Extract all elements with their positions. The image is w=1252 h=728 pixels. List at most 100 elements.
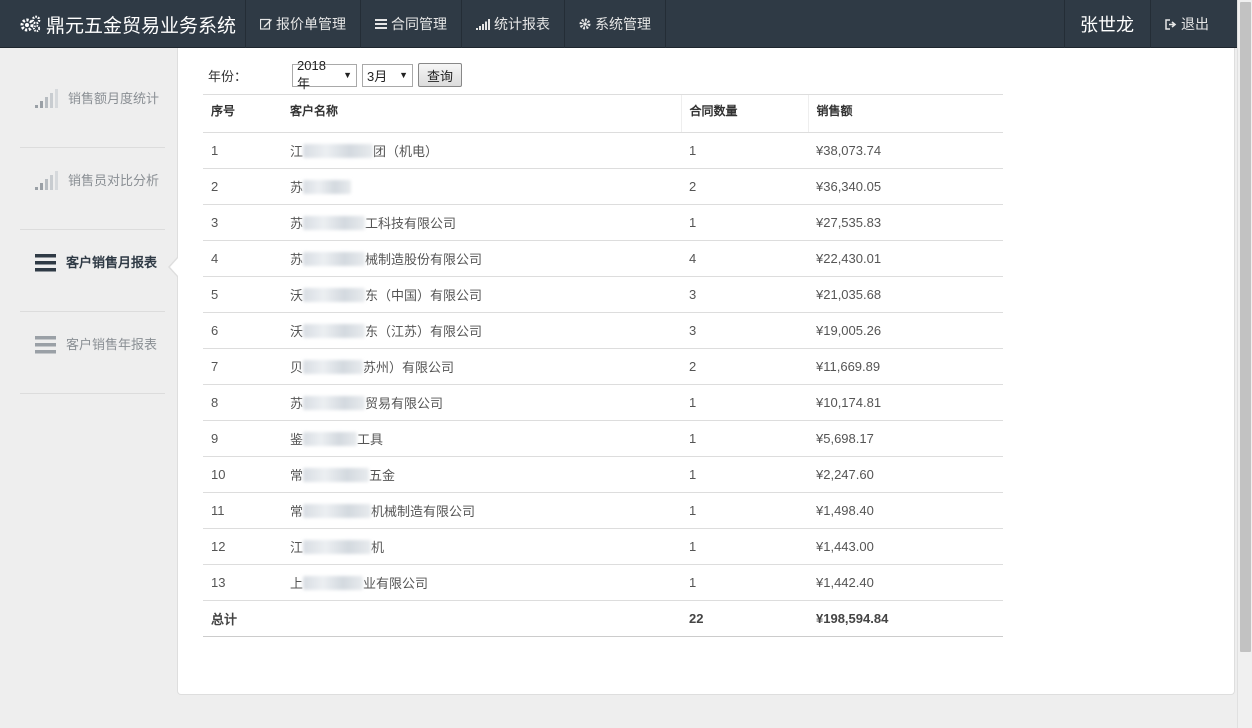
cell-customer: 江 团（机电） — [282, 132, 681, 169]
cell-count: 1 — [681, 204, 808, 241]
nav-statistics[interactable]: 统计报表 — [462, 0, 565, 48]
customer-name-start: 上 — [290, 576, 304, 591]
cell-no: 5 — [203, 276, 282, 313]
signal-icon — [35, 89, 58, 108]
cell-count: 1 — [681, 132, 808, 169]
cell-customer: 苏 贸易有限公司 — [282, 384, 681, 421]
customer-name-start: 苏 — [290, 180, 304, 195]
sidebar-item-label: 销售额月度统计 — [68, 91, 160, 106]
cell-customer: 苏 械制造股份有限公司 — [282, 240, 681, 277]
caret-down-icon: ▼ — [343, 70, 352, 80]
sidebar-item-monthly-sales[interactable]: 销售额月度统计 — [20, 66, 165, 148]
caret-down-icon: ▼ — [399, 70, 408, 80]
customer-name-end: 机械制造有限公司 — [371, 504, 476, 519]
customer-name-end: 东（江苏）有限公司 — [365, 324, 483, 339]
table-row: 1 江团（机电） 1 ¥38,073.74 — [203, 132, 1003, 169]
nav-label: 统计报表 — [494, 16, 550, 32]
cell-customer: 沃 东（江苏）有限公司 — [282, 312, 681, 349]
cell-amount: ¥22,430.01 — [808, 240, 1003, 277]
cell-no: 1 — [203, 132, 282, 169]
header-no: 序号 — [203, 94, 282, 133]
cell-amount: ¥1,498.40 — [808, 492, 1003, 529]
logout-button[interactable]: 退出 — [1151, 0, 1237, 48]
cell-amount: ¥2,247.60 — [808, 456, 1003, 493]
signal-icon — [476, 18, 490, 30]
edit-icon — [260, 18, 272, 30]
total-amount: ¥198,594.84 — [808, 600, 1003, 637]
table-row: 12 江机 1 ¥1,443.00 — [203, 528, 1003, 565]
year-select[interactable]: 2018年 ▼ — [292, 58, 357, 91]
cell-amount: ¥5,698.17 — [808, 420, 1003, 457]
cell-no: 6 — [203, 312, 282, 349]
brand-title: 鼎元五金贸易业务系统 — [46, 15, 237, 37]
cell-no: 11 — [203, 492, 282, 529]
customer-name-start: 沃 — [290, 288, 304, 303]
table-row: 2 苏 2 ¥36,340.05 — [203, 168, 1003, 205]
table-row: 10 常 五金 1 ¥2,247.60 — [203, 456, 1003, 493]
table-row: 7 贝 苏州）有限公司 2 ¥11,669.89 — [203, 348, 1003, 385]
nav-label: 报价单管理 — [276, 16, 346, 32]
active-pointer-fill — [170, 257, 179, 277]
customer-name-start: 鉴 — [290, 432, 304, 447]
cell-no: 9 — [203, 420, 282, 457]
customer-name-start: 苏 — [290, 216, 304, 231]
top-navbar: 鼎元五金贸易业务系统 报价单管理 合同管理 统计报表 系统管理 张世龙 退出 — [0, 0, 1237, 48]
redacted-name — [303, 360, 364, 374]
redacted-name — [303, 396, 366, 410]
customer-name-end: 工科技有限公司 — [365, 216, 457, 231]
cell-customer: 鉴 工具 — [282, 420, 681, 457]
cell-count: 1 — [681, 384, 808, 421]
redacted-name — [303, 144, 374, 158]
sidebar-item-label: 客户销售年报表 — [66, 337, 158, 352]
month-select[interactable]: 3月 ▼ — [362, 63, 413, 87]
nav-contract[interactable]: 合同管理 — [361, 0, 462, 48]
sidebar-item-salesman-compare[interactable]: 销售员对比分析 — [20, 148, 165, 230]
table-row: 9 鉴 工具 1 ¥5,698.17 — [203, 420, 1003, 457]
cell-customer: 上 业有限公司 — [282, 564, 681, 601]
table-row: 11 常 机械制造有限公司 1 ¥1,498.40 — [203, 492, 1003, 529]
table-row: 4 苏械制造股份有限公司 4 ¥22,430.01 — [203, 240, 1003, 277]
customer-name-end: 机 — [371, 540, 385, 555]
scrollbar-thumb[interactable] — [1240, 2, 1251, 652]
redacted-name — [303, 216, 366, 230]
cell-count: 1 — [681, 420, 808, 457]
signal-icon — [35, 171, 58, 190]
cell-customer: 常 机械制造有限公司 — [282, 492, 681, 529]
nav-label: 合同管理 — [391, 16, 447, 32]
cell-amount: ¥36,340.05 — [808, 168, 1003, 205]
query-button[interactable]: 查询 — [418, 63, 463, 87]
cell-customer: 贝 苏州）有限公司 — [282, 348, 681, 385]
sidebar: 销售额月度统计 销售员对比分析 客户销售月报表 客户销售年报表 — [20, 66, 165, 394]
brand[interactable]: 鼎元五金贸易业务系统 — [0, 0, 246, 48]
cell-amount: ¥27,535.83 — [808, 204, 1003, 241]
cell-customer: 苏 工科技有限公司 — [282, 204, 681, 241]
list-icon — [35, 336, 56, 354]
cell-amount: ¥11,669.89 — [808, 348, 1003, 385]
total-count: 22 — [681, 600, 808, 637]
nav-label: 系统管理 — [595, 16, 651, 32]
cell-count: 2 — [681, 348, 808, 385]
cell-customer: 江机 — [282, 528, 681, 565]
cell-no: 13 — [203, 564, 282, 601]
customer-sales-table: 序号 客户名称 合同数量 销售额 1 江团（机电） 1 ¥38,073.74 2 苏 2 ¥3… — [203, 94, 1003, 637]
redacted-name — [303, 468, 370, 482]
cell-no: 7 — [203, 348, 282, 385]
user-name[interactable]: 张世龙 — [1064, 0, 1151, 48]
cell-count: 4 — [681, 240, 808, 277]
month-value: 3月 — [367, 68, 388, 84]
customer-name-end: 五金 — [369, 468, 396, 483]
gears-icon — [20, 15, 41, 33]
vertical-scrollbar[interactable] — [1237, 0, 1252, 728]
gear-icon — [579, 18, 591, 30]
customer-name-end: 东（中国）有限公司 — [365, 288, 483, 303]
nav-quotation[interactable]: 报价单管理 — [246, 0, 361, 48]
customer-name-start: 苏 — [290, 396, 304, 411]
cell-amount: ¥21,035.68 — [808, 276, 1003, 313]
table-row: 3 苏 工科技有限公司 1 ¥27,535.83 — [203, 204, 1003, 241]
table-total-row: 总计 22 ¥198,594.84 — [203, 600, 1003, 637]
cell-no: 12 — [203, 528, 282, 565]
sidebar-item-label: 销售员对比分析 — [68, 173, 160, 188]
sidebar-item-customer-monthly[interactable]: 客户销售月报表 — [20, 230, 165, 312]
nav-system[interactable]: 系统管理 — [565, 0, 666, 48]
sidebar-item-customer-yearly[interactable]: 客户销售年报表 — [20, 312, 165, 394]
